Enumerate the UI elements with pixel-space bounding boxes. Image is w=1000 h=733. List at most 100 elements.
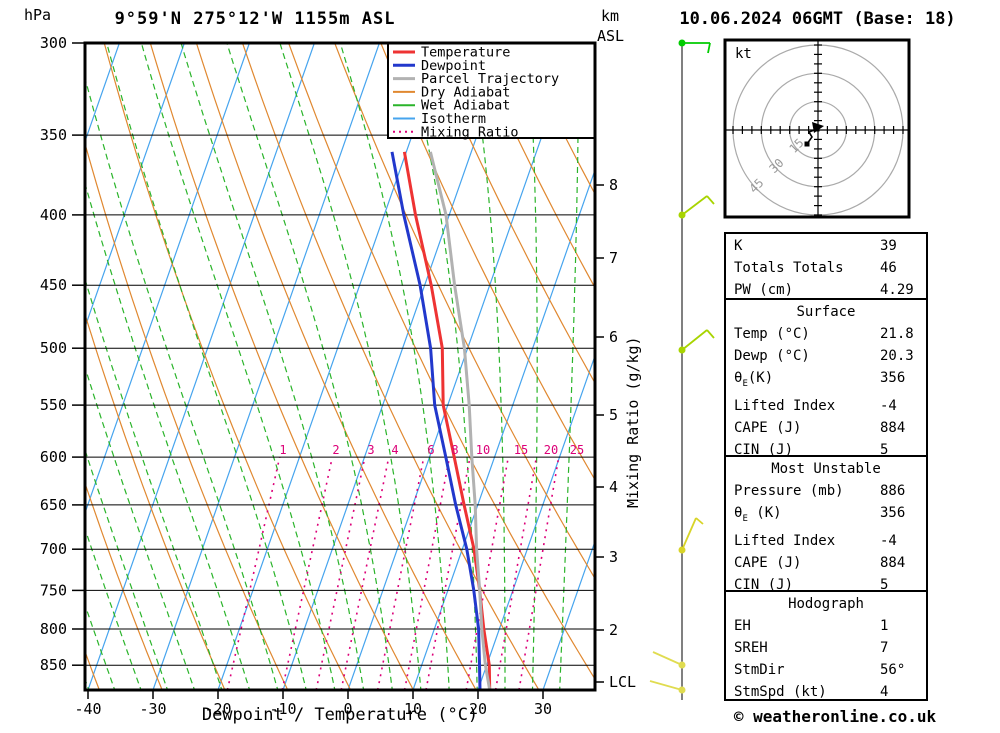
pressure-axis-unit: hPa bbox=[24, 6, 52, 24]
indices-row-label: CAPE (J) bbox=[734, 554, 802, 571]
km-tick-label: 5 bbox=[609, 406, 618, 424]
lcl-label: LCL bbox=[609, 673, 636, 691]
pressure-tick-label: 850 bbox=[40, 656, 67, 674]
indices-box-hodograph: Hodograph EH 1 SREH 7 StmDir 56° StmSpd (kt) 4 bbox=[724, 590, 928, 701]
indices-row: θE(K) 356 bbox=[726, 367, 926, 395]
wet-adiabat-line bbox=[140, 43, 336, 690]
mixing-ratio-line bbox=[281, 456, 334, 690]
indices-row-value: -4 bbox=[880, 532, 897, 549]
indices-row: K 39 bbox=[726, 235, 926, 257]
indices-row-value: 39 bbox=[880, 238, 897, 254]
km-tick-label: 3 bbox=[609, 548, 618, 566]
indices-row-value: 884 bbox=[880, 419, 906, 436]
indices-row: SREH 7 bbox=[726, 637, 926, 659]
wet-adiabat-line bbox=[85, 75, 279, 690]
temperature-tick-label: -40 bbox=[74, 700, 101, 718]
wet-adiabat-line bbox=[0, 43, 13, 693]
indices-row: CIN (J) 5 bbox=[726, 574, 926, 596]
indices-box-header: Most Unstable bbox=[771, 461, 881, 477]
indices-row-label: Dewp (°C) bbox=[734, 348, 810, 364]
station-title: 9°59'N 275°12'W 1155m ASL bbox=[114, 9, 396, 29]
altitude-axis-unit-km: km bbox=[601, 7, 620, 25]
indices-row: StmDir 56° bbox=[726, 659, 926, 681]
km-tick-label: 6 bbox=[609, 328, 618, 346]
indices-row-value: -4 bbox=[880, 397, 897, 414]
pressure-tick-label: 500 bbox=[40, 339, 67, 357]
indices-row-label: K bbox=[734, 238, 743, 254]
legend-item-label: Mixing Ratio bbox=[421, 124, 519, 140]
pressure-tick-label: 550 bbox=[40, 396, 67, 414]
wet-adiabat-line bbox=[0, 43, 39, 693]
indices-row: PW (cm) 4.29 bbox=[726, 279, 926, 301]
indices-row-label: PW (cm) bbox=[734, 282, 794, 298]
indices-row-value: 20.3 bbox=[880, 348, 914, 364]
indices-row-label: CIN (J) bbox=[734, 576, 794, 593]
km-tick-label: 4 bbox=[609, 478, 618, 496]
indices-box-surface: Surface Temp (°C) 21.8 Dewp (°C) 20.3 θE(K) 35… bbox=[724, 298, 928, 458]
indices-row-value: 5 bbox=[880, 576, 889, 593]
hodograph: 153045kt bbox=[723, 38, 911, 219]
wind-barb-segment bbox=[706, 329, 715, 339]
pressure-tick-label: 650 bbox=[40, 496, 67, 514]
indices-row-value: 1 bbox=[880, 618, 889, 634]
indices-row-label: Pressure (mb) bbox=[734, 483, 844, 499]
mixing-ratio-value-label: 6 bbox=[427, 443, 434, 457]
indices-row: CAPE (J) 884 bbox=[726, 417, 926, 439]
wind-barb-segment bbox=[707, 42, 711, 54]
wind-barb-segment bbox=[695, 517, 704, 525]
skewt-sounding-page: 300 350 400 450 500 550 600 650 700 750 800 850 1 2 3 4… bbox=[0, 0, 1000, 733]
wind-barb bbox=[652, 651, 686, 669]
indices-row-value: 46 bbox=[880, 260, 897, 276]
dry-adiabat-line bbox=[241, 43, 540, 690]
mixing-ratio-line bbox=[518, 456, 560, 690]
pressure-tick-label: 800 bbox=[40, 620, 67, 638]
indices-row-value: 4 bbox=[880, 684, 889, 700]
indices-row: Pressure (mb) 886 bbox=[726, 480, 926, 502]
wind-barb bbox=[678, 195, 715, 219]
indices-row-value: 5 bbox=[880, 441, 889, 458]
isotherm-line bbox=[85, 43, 185, 329]
mixing-ratio-value-label: 10 bbox=[476, 443, 490, 457]
indices-row-value: 884 bbox=[880, 554, 906, 571]
indices-row: Temp (°C) 21.8 bbox=[726, 323, 926, 345]
wet-adiabat-line bbox=[180, 43, 365, 690]
indices-row-label: Totals Totals bbox=[734, 260, 844, 276]
indices-row-value: 56° bbox=[880, 662, 906, 678]
indices-row-value: 886 bbox=[880, 483, 906, 499]
dry-adiabat-line bbox=[195, 43, 477, 690]
mixing-ratio-value-label: 1 bbox=[279, 443, 286, 457]
indices-row: Lifted Index -4 bbox=[726, 395, 926, 417]
mixing-ratio-value-label: 4 bbox=[391, 443, 398, 457]
wind-barb bbox=[678, 329, 715, 354]
indices-row-value: 356 bbox=[880, 505, 906, 521]
mixing-ratio-value-label: 8 bbox=[451, 443, 458, 457]
mixing-ratio-line bbox=[340, 456, 390, 690]
pressure-tick-label: 400 bbox=[40, 206, 67, 224]
dry-adiabat-line bbox=[85, 481, 163, 690]
temperature-axis-label: Dewpoint / Temperature (°C) bbox=[201, 705, 479, 725]
indices-row-label: θE(K) bbox=[734, 370, 774, 389]
indices-row-label: Temp (°C) bbox=[734, 326, 810, 342]
mixing-ratio-line bbox=[403, 456, 451, 690]
indices-row-value: 21.8 bbox=[880, 326, 914, 342]
indices-row: Lifted Index -4 bbox=[726, 530, 926, 552]
wind-barb-segment bbox=[706, 195, 715, 205]
hodograph-unit-label: kt bbox=[735, 46, 752, 62]
wind-barb bbox=[649, 680, 686, 694]
mixing-ratio-line bbox=[425, 456, 471, 690]
indices-panel: K 39 Totals Totals 46 PW (cm) 4.29 Surface Temp… bbox=[724, 232, 928, 701]
pressure-tick-label: 750 bbox=[40, 581, 67, 599]
wind-barb bbox=[678, 39, 711, 54]
indices-row-value: 7 bbox=[880, 640, 889, 656]
indices-box-header: Hodograph bbox=[788, 596, 864, 612]
dry-adiabat-line bbox=[0, 43, 38, 693]
mixing-ratio-value-label: 25 bbox=[570, 443, 584, 457]
indices-row-label: θE (K) bbox=[734, 505, 782, 524]
indices-row: EH 1 bbox=[726, 615, 926, 637]
indices-row: Dewp (°C) 20.3 bbox=[726, 345, 926, 367]
indices-row-label: CAPE (J) bbox=[734, 419, 802, 436]
km-tick-label: 7 bbox=[609, 249, 618, 267]
mixing-ratio-line bbox=[494, 456, 538, 690]
indices-box-most-unstable: Most Unstable Pressure (mb) 886 θE (K) 356 Li… bbox=[724, 455, 928, 593]
indices-row: Totals Totals 46 bbox=[726, 257, 926, 279]
